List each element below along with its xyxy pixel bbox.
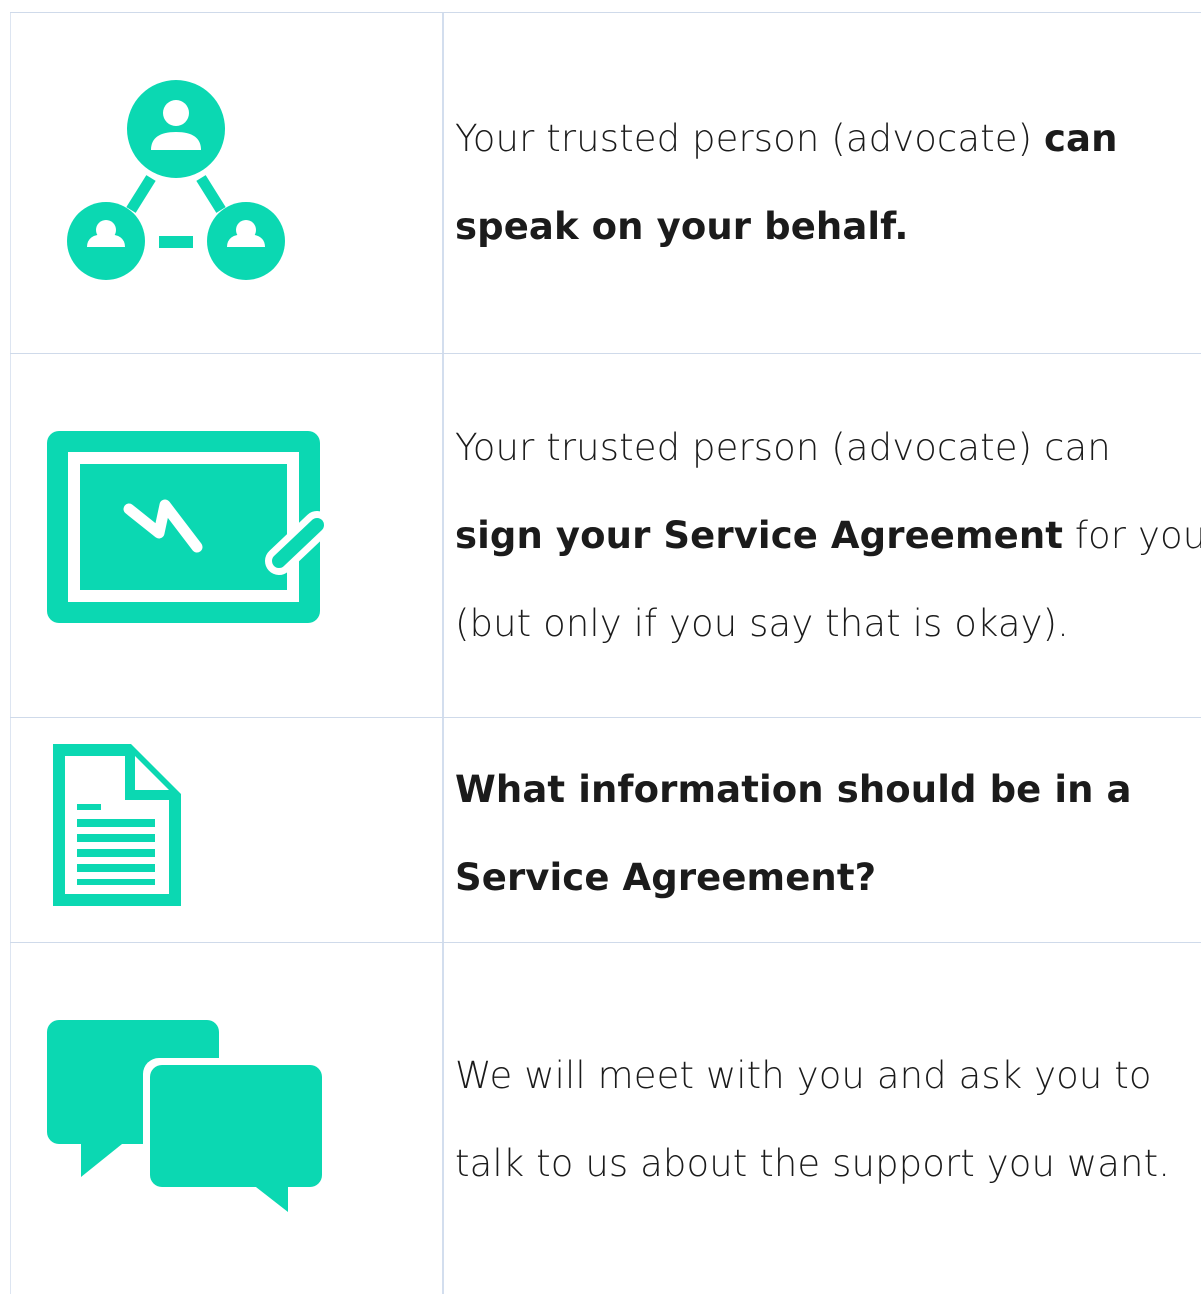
table-row: We will meet with you and ask you to tal… — [0, 942, 1201, 1294]
text-cell: Your trusted person (advocate) can speak… — [455, 117, 1201, 249]
text-span: We will meet with you and ask you to — [455, 1054, 1152, 1097]
text-line: Your trusted person (advocate) can — [455, 426, 1201, 514]
signature-pad-icon — [47, 431, 331, 623]
text-span: (but only if you say that is okay). — [455, 602, 1069, 645]
text-cell: We will meet with you and ask you to tal… — [455, 1054, 1201, 1186]
document-icon — [53, 744, 181, 906]
bold-text: Service Agreement? — [455, 856, 877, 899]
text-cell: Your trusted person (advocate) can sign … — [455, 426, 1201, 646]
people-network-icon — [67, 80, 285, 280]
table-row: Your trusted person (advocate) can speak… — [0, 12, 1201, 353]
text-line: What information should be in a — [455, 768, 1201, 856]
icon-cell — [11, 942, 442, 1294]
text-span: Your trusted person (advocate) can — [455, 426, 1111, 469]
text-span: Your trusted person (advocate) — [455, 117, 1045, 160]
text-line: speak on your behalf. — [455, 205, 1201, 249]
text-line: Your trusted person (advocate) can — [455, 117, 1201, 205]
text-span: talk to us about the support you want. — [455, 1142, 1171, 1185]
text-span: for you — [1063, 514, 1201, 557]
text-line: Service Agreement? — [455, 856, 1201, 900]
text-cell: What information should be in a Service … — [455, 768, 1201, 900]
bold-text: speak on your behalf. — [455, 205, 909, 248]
text-line: talk to us about the support you want. — [455, 1142, 1201, 1186]
table-row: What information should be in a Service … — [0, 717, 1201, 942]
text-line: sign your Service Agreement for you — [455, 514, 1201, 602]
text-line: (but only if you say that is okay). — [455, 602, 1201, 646]
bold-text: can — [1044, 117, 1118, 160]
bold-text: What information should be in a — [455, 768, 1132, 811]
icon-cell — [11, 717, 442, 942]
speech-bubbles-icon — [47, 1020, 323, 1212]
icon-cell — [11, 12, 442, 353]
table-row: Your trusted person (advocate) can sign … — [0, 353, 1201, 717]
text-line: We will meet with you and ask you to — [455, 1054, 1201, 1142]
icon-cell — [11, 353, 442, 717]
bold-text: sign your Service Agreement — [455, 514, 1064, 557]
